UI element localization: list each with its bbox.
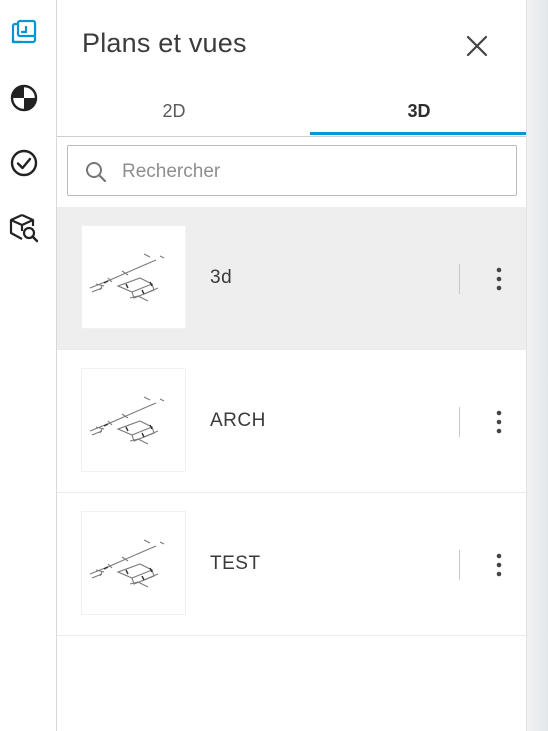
sheets-views-button[interactable] — [6, 15, 42, 51]
issues-check-icon — [10, 149, 38, 177]
view-name: ARCH — [210, 410, 266, 431]
model-browser-button[interactable] — [6, 80, 42, 116]
issues-button[interactable] — [6, 145, 42, 181]
view-thumbnail — [81, 225, 186, 329]
row-divider — [459, 264, 460, 294]
view-name: TEST — [210, 553, 261, 574]
list-item[interactable]: ARCH — [57, 350, 526, 493]
sheets-views-icon — [11, 19, 37, 44]
more-options-button[interactable] — [485, 259, 513, 299]
model-thumbnail-image — [89, 539, 165, 588]
search-icon — [86, 162, 107, 183]
tab-3d[interactable]: 3D — [302, 88, 536, 134]
search-model-button[interactable] — [6, 210, 42, 246]
tab-2d[interactable]: 2D — [57, 88, 291, 134]
search-box — [67, 145, 517, 196]
view-name: 3d — [210, 267, 233, 288]
list-item[interactable]: 3d — [57, 207, 526, 350]
view-type-tabs: 2D 3D — [57, 88, 526, 137]
active-tab-indicator — [310, 132, 526, 135]
view-thumbnail — [81, 511, 186, 615]
more-vertical-icon — [496, 267, 502, 291]
model-thumbnail-image — [89, 253, 165, 302]
more-options-button[interactable] — [485, 545, 513, 585]
model-browser-icon — [10, 84, 38, 112]
row-divider — [459, 550, 460, 580]
more-vertical-icon — [496, 553, 502, 577]
list-item[interactable]: TEST — [57, 493, 526, 636]
tool-rail — [0, 0, 57, 731]
viewer-canvas-edge — [526, 0, 548, 731]
panel-title: Plans et vues — [82, 28, 247, 58]
search-input[interactable] — [120, 154, 504, 189]
view-thumbnail — [81, 368, 186, 472]
more-vertical-icon — [496, 410, 502, 434]
close-icon — [466, 35, 488, 57]
plans-views-panel: Plans et vues 2D 3D Rechercher 3d ARCH T… — [57, 0, 526, 731]
close-button[interactable] — [460, 29, 494, 63]
model-thumbnail-image — [89, 396, 165, 445]
more-options-button[interactable] — [485, 402, 513, 442]
view-list: 3d ARCH TEST — [57, 207, 526, 636]
row-divider — [459, 407, 460, 437]
search-model-icon — [9, 213, 39, 243]
